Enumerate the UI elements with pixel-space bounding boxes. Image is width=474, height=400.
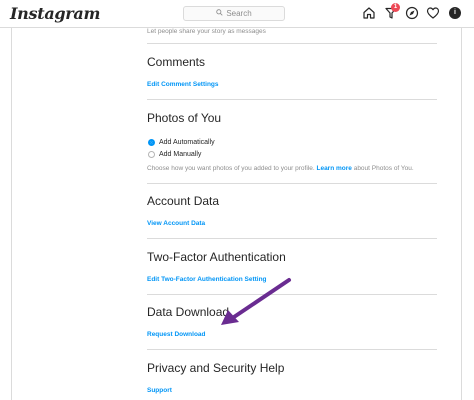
support-link[interactable]: Support xyxy=(147,387,172,394)
edit-comment-settings-link[interactable]: Edit Comment Settings xyxy=(147,81,219,88)
section-divider xyxy=(147,99,437,100)
add-automatically-radio[interactable] xyxy=(148,139,155,146)
settings-panel xyxy=(11,28,462,400)
view-account-data-link[interactable]: View Account Data xyxy=(147,220,205,227)
heart-icon[interactable] xyxy=(426,6,440,20)
profile-avatar[interactable]: i xyxy=(449,7,461,19)
add-manually-label: Add Manually xyxy=(159,151,202,158)
add-manually-option[interactable]: Add Manually xyxy=(148,151,201,158)
add-automatically-option[interactable]: Add Automatically xyxy=(148,139,215,146)
notification-badge: 1 xyxy=(391,3,400,12)
instagram-logo[interactable]: Instagram xyxy=(10,4,100,23)
photos-description-text: Choose how you want photos of you added … xyxy=(147,165,315,172)
search-input[interactable]: Search xyxy=(183,6,285,21)
add-automatically-label: Add Automatically xyxy=(159,139,215,146)
privacy-security-help-heading: Privacy and Security Help xyxy=(147,361,285,375)
photos-of-you-description: Choose how you want photos of you added … xyxy=(147,165,414,172)
account-data-heading: Account Data xyxy=(147,194,220,208)
section-divider xyxy=(147,183,437,184)
story-messages-description: Let people share your story as messages xyxy=(147,28,266,35)
search-placeholder: Search xyxy=(226,9,252,18)
photos-description-suffix: about Photos of You. xyxy=(353,165,414,172)
add-manually-radio[interactable] xyxy=(148,151,155,158)
two-factor-heading: Two-Factor Authentication xyxy=(147,250,286,264)
annotation-arrow xyxy=(215,275,295,330)
top-navigation-bar: Instagram Search 1 i xyxy=(0,0,474,28)
section-divider xyxy=(147,43,437,44)
learn-more-link[interactable]: Learn more xyxy=(316,165,351,172)
section-divider xyxy=(147,238,437,239)
home-icon[interactable] xyxy=(362,6,376,20)
section-divider xyxy=(147,349,437,350)
explore-compass-icon[interactable] xyxy=(405,6,419,20)
request-download-link[interactable]: Request Download xyxy=(147,331,206,338)
photos-of-you-heading: Photos of You xyxy=(147,111,222,125)
search-icon xyxy=(216,9,223,18)
comments-heading: Comments xyxy=(147,55,206,69)
